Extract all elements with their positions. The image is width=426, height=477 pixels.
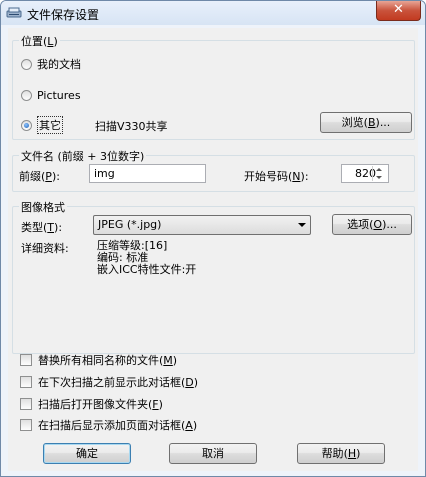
browse-key: B: [367, 116, 376, 129]
dialog-body: 位置(L) 我的文档 Pictures 其它 扫描V330共享 浏览(B)...…: [8, 28, 418, 471]
checkbox-show-dialog-before-scan[interactable]: 在下次扫描之前显示此对话框(D): [20, 374, 198, 390]
radio-button-selected[interactable]: [21, 119, 32, 131]
browse-ellipsis: ...: [379, 116, 391, 129]
close-icon: ✕: [393, 2, 404, 17]
file-save-settings-dialog: 文件保存设置 ✕ 位置(L) 我的文档 Pictures 其它 扫描V330共享…: [0, 0, 426, 477]
ok-button[interactable]: 确定: [43, 443, 131, 464]
image-format-group: 图像格式 类型(T): JPEG (*.jpg) 选项(O)... 详细资料: …: [12, 199, 415, 354]
close-button[interactable]: ✕: [376, 1, 421, 21]
radio-label-my-documents: 我的文档: [37, 58, 81, 71]
location-group: 位置(L) 我的文档 Pictures 其它 扫描V330共享 浏览(B)...: [12, 33, 415, 140]
radio-label-other: 其它: [37, 116, 63, 134]
prefix-input[interactable]: img: [89, 164, 206, 183]
prefix-label: 前缀(P):: [19, 170, 60, 183]
location-legend: 位置(L): [19, 33, 60, 49]
radio-pictures[interactable]: Pictures: [21, 87, 81, 103]
options-button[interactable]: 选项(O)...: [332, 214, 412, 235]
start-number-stepper[interactable]: 820: [341, 164, 389, 183]
checkbox-box[interactable]: [20, 419, 32, 431]
checkbox-replace-same-name[interactable]: 替换所有相同名称的文件(M): [20, 352, 177, 368]
options-key: O: [373, 218, 383, 231]
checkbox-box[interactable]: [20, 354, 32, 366]
help-button[interactable]: 帮助(H): [297, 443, 385, 464]
help-label: 帮助: [321, 447, 344, 460]
filename-legend: 文件名 (前缀 + 3位数字): [19, 148, 147, 164]
checkbox-label: 扫描后打开图像文件夹(F): [38, 398, 163, 411]
radio-my-documents[interactable]: 我的文档: [21, 56, 81, 72]
checkbox-open-folder-after-scan[interactable]: 扫描后打开图像文件夹(F): [20, 396, 163, 412]
spin-arrows-icon[interactable]: [372, 166, 387, 181]
details-label: 详细资料:: [21, 242, 69, 255]
chevron-down-icon: [298, 223, 306, 227]
help-key: H: [347, 447, 357, 460]
browse-label: 浏览: [341, 116, 364, 129]
cancel-button[interactable]: 取消: [169, 443, 257, 464]
window-title: 文件保存设置: [27, 8, 100, 22]
start-number-label: 开始号码(N):: [244, 170, 309, 183]
checkbox-show-add-page-dialog[interactable]: 在扫描后显示添加页面对话框(A): [20, 417, 197, 433]
checkbox-label: 在下次扫描之前显示此对话框(D): [38, 376, 199, 389]
browse-button[interactable]: 浏览(B)...: [320, 112, 412, 133]
options-label: 选项: [347, 218, 370, 231]
title-bar[interactable]: 文件保存设置 ✕: [1, 1, 425, 25]
checkbox-box[interactable]: [20, 376, 32, 388]
image-format-legend: 图像格式: [19, 199, 67, 215]
checkbox-box[interactable]: [20, 398, 32, 410]
radio-other[interactable]: 其它: [21, 116, 63, 134]
filename-group: 文件名 (前缀 + 3位数字) 前缀(P): img 开始号码(N): 820: [12, 148, 415, 192]
radio-button[interactable]: [21, 89, 32, 101]
checkbox-label: 在扫描后显示添加页面对话框(A): [38, 419, 198, 432]
other-folder-path: 扫描V330共享: [95, 120, 168, 133]
checkbox-label: 替换所有相同名称的文件(M): [38, 354, 178, 367]
radio-button[interactable]: [21, 58, 32, 70]
details-icc-profile: 嵌入ICC特性文件:开: [97, 263, 197, 276]
scanner-icon: [6, 7, 22, 18]
radio-label-pictures: Pictures: [37, 88, 81, 102]
file-type-value: JPEG (*.jpg): [98, 218, 162, 231]
type-label: 类型(T):: [21, 221, 63, 234]
options-ellipsis: ...: [386, 218, 397, 231]
file-type-select[interactable]: JPEG (*.jpg): [93, 215, 311, 235]
